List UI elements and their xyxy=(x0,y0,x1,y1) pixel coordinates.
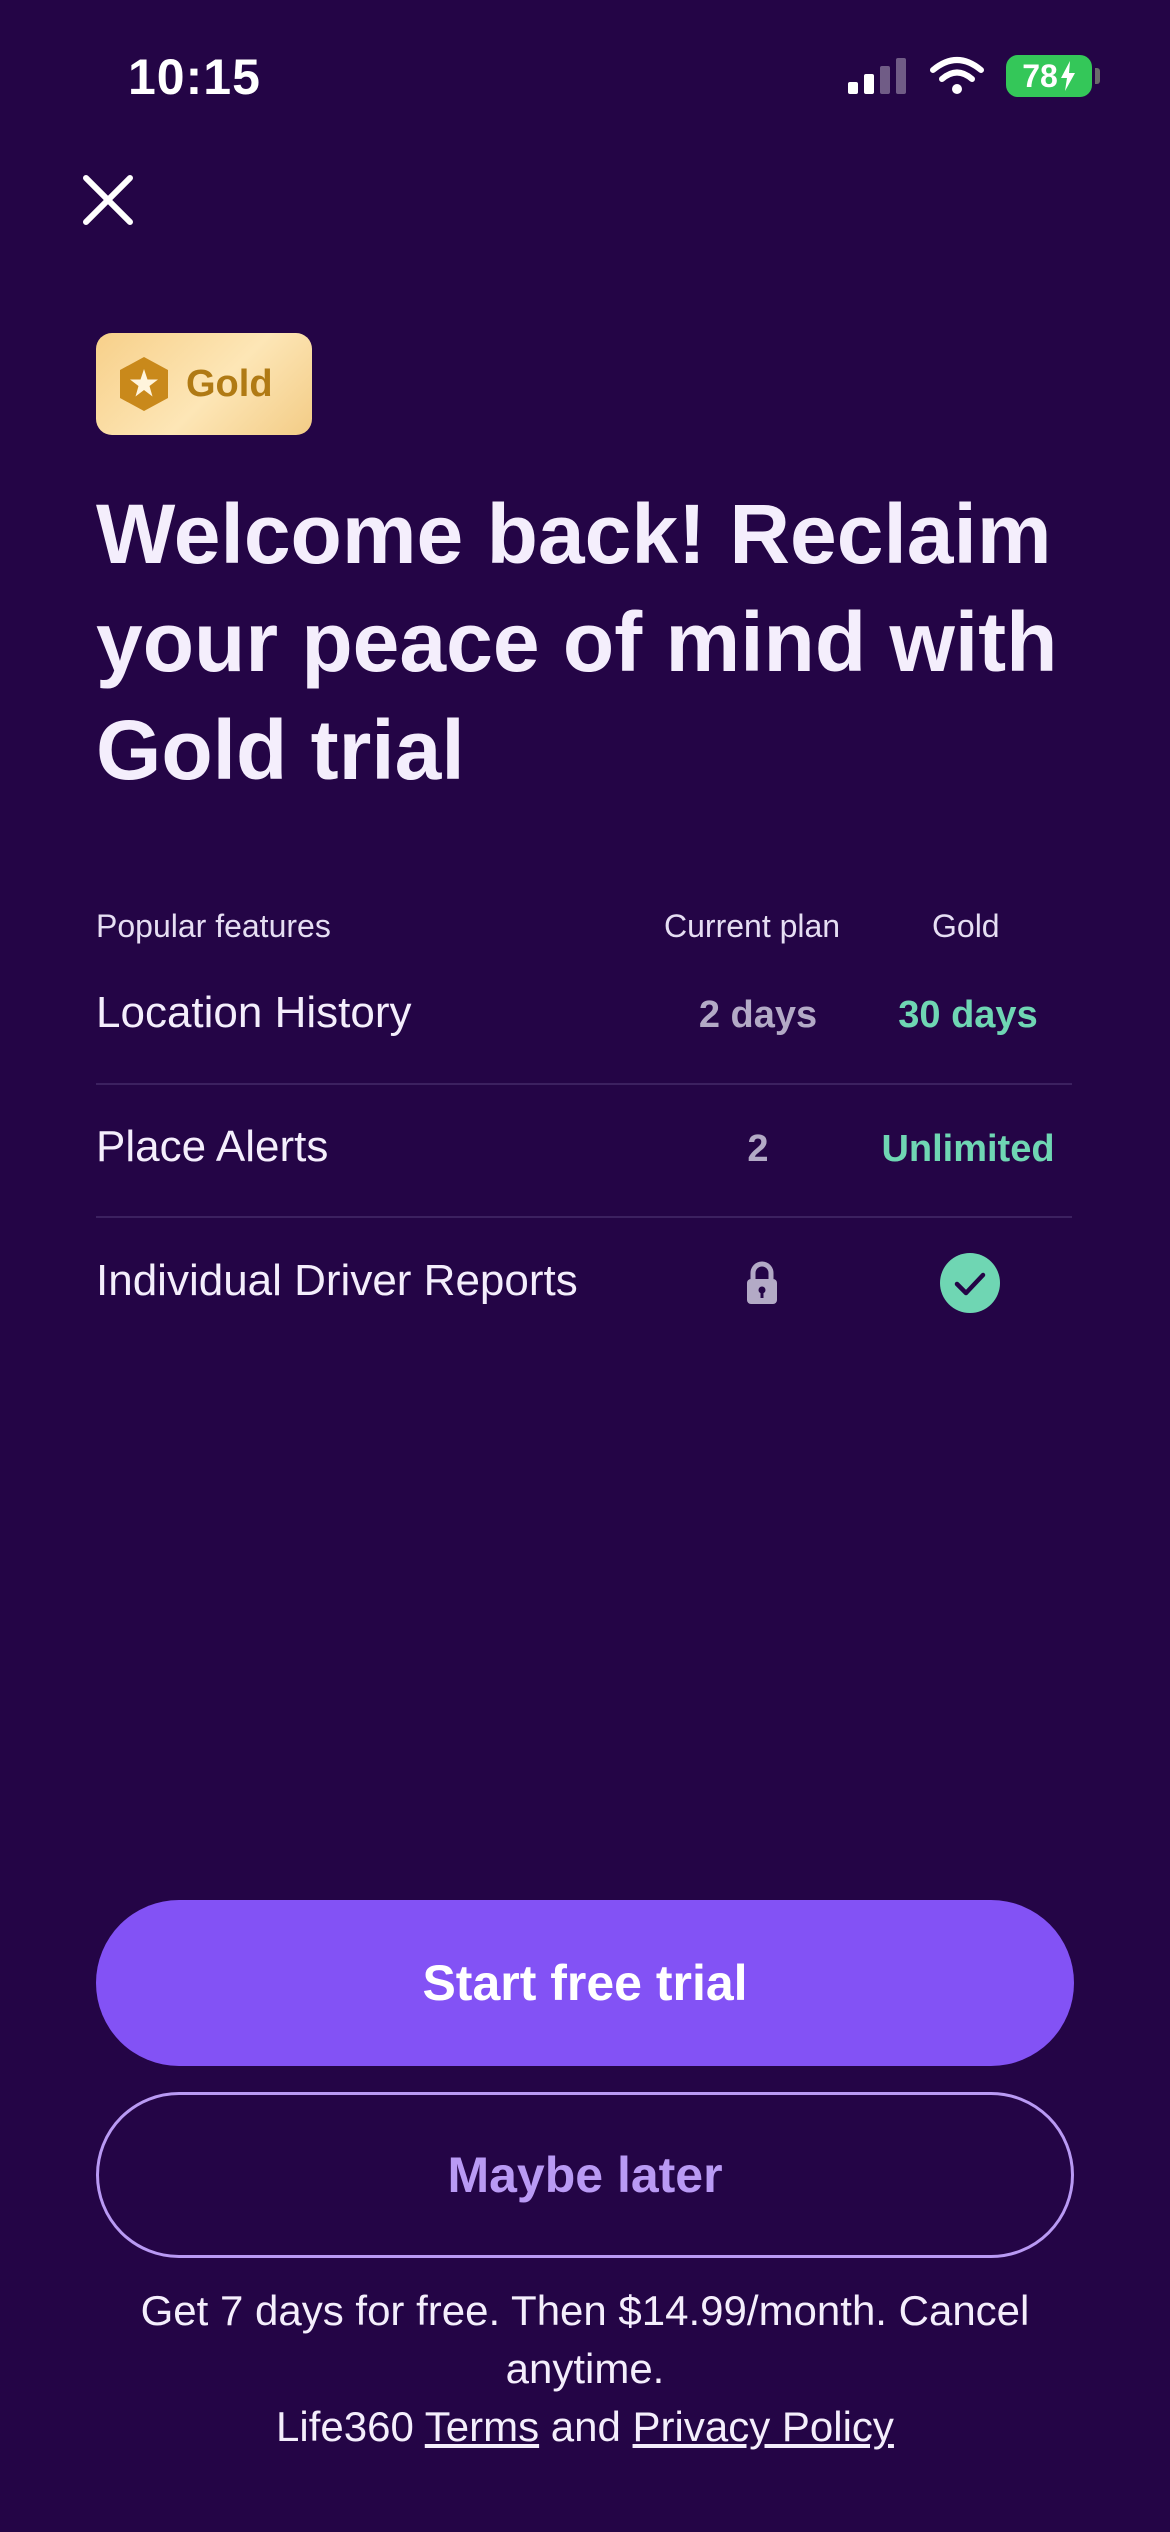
close-button[interactable] xyxy=(80,172,136,228)
headline: Welcome back! Reclaim your peace of mind… xyxy=(96,487,1058,797)
battery-level: 78 xyxy=(1022,57,1058,94)
feature-location-history: Location History xyxy=(96,988,412,1037)
start-free-trial-button[interactable]: Start free trial xyxy=(96,1900,1074,2066)
status-time: 10:15 xyxy=(128,49,261,105)
pricing-disclaimer: Get 7 days for free. Then $14.99/month. … xyxy=(140,2287,1030,2392)
row-divider xyxy=(96,1083,1072,1085)
header-gold: Gold xyxy=(932,908,1000,944)
maybe-later-button[interactable]: Maybe later xyxy=(96,2092,1074,2258)
brand-name: Life360 xyxy=(276,2403,414,2450)
charging-bolt-icon xyxy=(1060,61,1075,91)
current-location-history: 2 days xyxy=(698,994,818,1036)
status-icons: 78 xyxy=(848,52,1100,100)
row-divider xyxy=(96,1216,1072,1218)
close-icon[interactable] xyxy=(80,172,136,228)
header-popular-features: Popular features xyxy=(96,908,331,944)
privacy-policy-link[interactable]: Privacy Policy xyxy=(633,2403,894,2450)
gold-location-history: 30 days xyxy=(898,994,1038,1036)
gold-place-alerts: Unlimited xyxy=(881,1128,1055,1170)
feature-place-alerts: Place Alerts xyxy=(96,1122,329,1171)
battery-charging-icon: 78 xyxy=(1006,55,1100,97)
wifi-icon xyxy=(930,57,984,94)
terms-link[interactable]: Terms xyxy=(425,2403,539,2450)
current-place-alerts: 2 xyxy=(747,1128,769,1170)
check-circle-icon xyxy=(940,1253,1000,1313)
feature-individual-driver-reports: Individual Driver Reports xyxy=(96,1256,578,1305)
gold-badge: Gold xyxy=(96,333,312,435)
header-current-plan: Current plan xyxy=(664,908,841,944)
lock-icon xyxy=(747,1261,777,1304)
gold-badge-label: Gold xyxy=(186,362,273,405)
star-hexagon-icon xyxy=(120,357,168,411)
legal-links: Life360 Terms and Privacy Policy xyxy=(60,2398,1110,2456)
footer: Get 7 days for free. Then $14.99/month. … xyxy=(60,2282,1110,2456)
and-text: and xyxy=(550,2403,621,2450)
cellular-signal-icon xyxy=(848,58,906,94)
